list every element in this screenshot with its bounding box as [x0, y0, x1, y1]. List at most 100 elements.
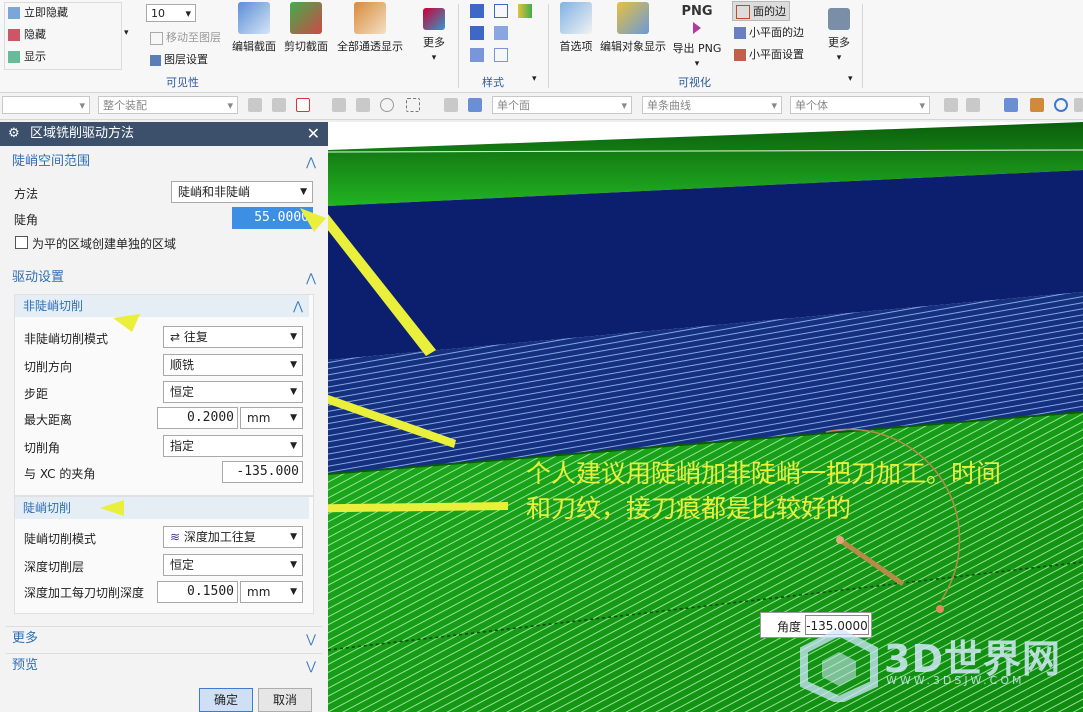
chevron-down-icon: ⋁ [306, 632, 316, 646]
rotate-icon[interactable] [1054, 98, 1068, 112]
curve-snap-icon[interactable] [356, 98, 370, 112]
depth-layers-select[interactable]: 恒定 ▼ [163, 554, 303, 576]
xc-angle-label: 与 XC 的夹角 [24, 467, 96, 481]
steep-angle-input[interactable]: 55.0000 [232, 207, 313, 229]
area-milling-drive-dialog: ⚙ 区域铣削驱动方法 ✕ 陡峭空间范围 ⋀ 方法 陡峭和非陡峭 ▼ 陡角 55.… [0, 122, 328, 712]
style-grid [470, 4, 542, 64]
preferences-icon [560, 2, 592, 34]
layer-combo[interactable]: 10 ▾ [146, 4, 196, 22]
fit-view-icon[interactable] [1004, 98, 1018, 112]
body-filter-icon[interactable] [444, 98, 458, 112]
more-button-2[interactable]: 更多 ▾ [820, 2, 858, 63]
close-icon[interactable]: ✕ [307, 122, 320, 146]
forward-arrow-icon[interactable] [966, 98, 980, 112]
drive-settings-section-header[interactable]: 驱动设置 ⋀ [6, 266, 322, 290]
select-arrow-icon[interactable] [272, 98, 286, 112]
stepover-label: 步距 [24, 387, 49, 401]
assembly-filter-combo[interactable]: 整个装配 [98, 96, 238, 115]
chevron-down-icon: ▼ [290, 332, 297, 342]
watermark-logo-icon [800, 630, 878, 702]
partial-shade-icon[interactable] [494, 26, 508, 40]
filter-settings-icon[interactable] [944, 98, 958, 112]
nonsteep-mode-label: 非陡峭切削模式 [24, 332, 109, 346]
nonsteep-mode-select[interactable]: ⇄ 往复 ▼ [163, 326, 303, 348]
nonsteep-group-header[interactable]: 非陡峭切削 ⋀ [15, 295, 309, 317]
static-wire-icon[interactable] [494, 48, 508, 62]
edit-object-display-icon [617, 2, 649, 34]
part-scene [328, 122, 1083, 712]
steep-range-section-header[interactable]: 陡峭空间范围 ⋀ [6, 150, 322, 174]
select-box-icon[interactable] [296, 98, 310, 112]
face-filter-combo[interactable]: 单个面 [492, 96, 632, 115]
point-snap-icon[interactable] [332, 98, 346, 112]
edit-section-button[interactable]: 编辑截面 [230, 2, 278, 54]
shaded-icon[interactable] [470, 26, 484, 40]
face-filter-icon[interactable] [468, 98, 482, 112]
more-icon-2 [828, 8, 850, 30]
clip-section-icon [290, 2, 322, 34]
max-distance-unit-select[interactable]: mm ▼ [240, 407, 303, 429]
move-to-layer-button[interactable]: 移动至图层 [150, 29, 221, 45]
stepover-select[interactable]: 恒定 ▼ [163, 381, 303, 403]
annotation-line-2: 和刀纹，接刀痕都是比较好的 [526, 494, 852, 523]
cut-angle-select[interactable]: 指定 ▼ [163, 435, 303, 457]
annotation-line-1: 个人建议用陡峭加非陡峭一把刀加工。时间 [526, 459, 1002, 488]
more-section-header[interactable]: 更多 ⋁ [6, 626, 322, 651]
depth-per-cut-unit-select[interactable]: mm ▼ [240, 581, 303, 603]
zoom-icon[interactable] [1030, 98, 1044, 112]
clip-section-button[interactable]: 剪切截面 [282, 2, 330, 54]
chevron-down-icon[interactable]: ▾ [848, 74, 853, 84]
steep-mode-select[interactable]: ≋ 深度加工往复 ▼ [163, 526, 303, 548]
chevron-down-icon: ▼ [290, 413, 297, 423]
chevron-down-icon: ▼ [290, 587, 297, 597]
move-layer-icon [150, 31, 163, 45]
preferences-button[interactable]: 首选项 [556, 2, 596, 54]
rect-select-icon[interactable] [406, 98, 420, 112]
cancel-button[interactable]: 取消 [258, 688, 312, 712]
angle-label: 角度 [777, 620, 802, 634]
facet-settings-button[interactable]: 小平面设置 [734, 46, 804, 62]
chevron-down-icon: ▼ [300, 187, 307, 197]
max-distance-input[interactable]: 0.2000 [157, 407, 238, 429]
chevron-down-icon[interactable]: ▾ [532, 74, 537, 84]
cut-direction-select[interactable]: 顺铣 ▼ [163, 354, 303, 376]
ok-button[interactable]: 确定 [199, 688, 253, 712]
zigzag-icon: ⇄ [170, 330, 184, 344]
xc-angle-input[interactable]: -135.000 [222, 461, 303, 483]
method-select[interactable]: 陡峭和非陡峭 ▼ [171, 181, 313, 203]
face-edges-toggle[interactable]: 面的边 [732, 1, 790, 21]
chevron-down-icon: ▼ [290, 387, 297, 397]
studio-icon[interactable] [518, 4, 532, 18]
depth-per-cut-input[interactable]: 0.1500 [157, 581, 238, 603]
ribbon: 立即隐藏 隐藏 显示 ▾ 10 ▾ 移动至图层 图层设置 编辑截面 剪切截面 全… [0, 0, 1083, 93]
circle-snap-icon[interactable] [380, 98, 394, 112]
full-pass-display-button[interactable]: 全部通透显示 [334, 2, 406, 54]
curve-filter-combo[interactable]: 单条曲线 [642, 96, 782, 115]
edit-object-display-button[interactable]: 编辑对象显示 [598, 2, 668, 54]
separate-flat-checkbox[interactable] [15, 236, 28, 249]
steep-group-header[interactable]: 陡峭切削 [15, 497, 309, 519]
list-scroll-down-icon[interactable]: ▾ [124, 28, 129, 38]
more-button-1[interactable]: 更多 ▾ [416, 2, 452, 63]
chevron-down-icon: ▼ [290, 532, 297, 542]
more-icon-1 [423, 8, 445, 30]
facet-edges-toggle[interactable]: 小平面的边 [734, 24, 804, 40]
pan-icon[interactable] [1074, 98, 1083, 112]
snap-point-icon[interactable] [248, 98, 262, 112]
group-divider [548, 4, 549, 88]
edit-section-icon [238, 2, 270, 34]
graphics-viewport[interactable] [328, 122, 1083, 712]
type-filter-combo[interactable] [2, 96, 90, 115]
depth-layers-label: 深度切削层 [24, 560, 85, 574]
layer-settings-icon [150, 54, 161, 66]
hidden-edges-icon[interactable] [470, 48, 484, 62]
layer-settings-button[interactable]: 图层设置 [150, 51, 208, 67]
steep-angle-label: 陡角 [14, 213, 39, 227]
group-divider [458, 4, 459, 88]
full-pass-display-icon [354, 2, 386, 34]
export-png-button[interactable]: PNG 导出 PNG ▾ [670, 2, 724, 69]
preview-section-header[interactable]: 预览 ⋁ [6, 653, 322, 678]
body-filter-combo[interactable]: 单个体 [790, 96, 930, 115]
shaded-edges-icon[interactable] [470, 4, 484, 18]
wireframe-icon[interactable] [494, 4, 508, 18]
